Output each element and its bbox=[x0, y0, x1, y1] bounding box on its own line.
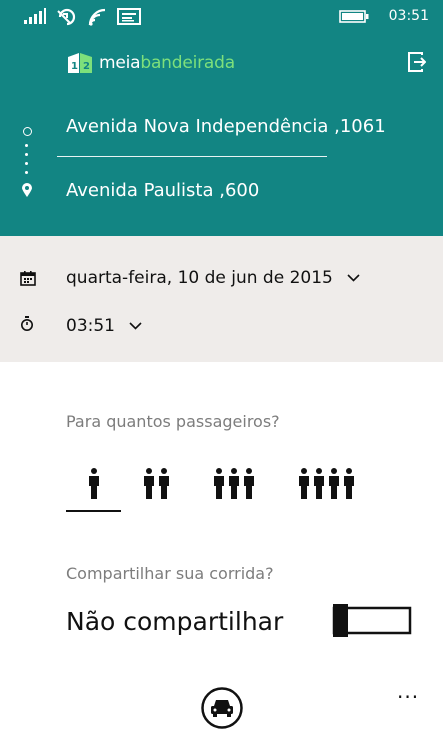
address-divider bbox=[57, 156, 327, 157]
svg-text:2: 2 bbox=[83, 61, 90, 72]
two-passengers-option[interactable] bbox=[142, 468, 172, 500]
exit-icon[interactable] bbox=[408, 52, 426, 72]
passengers-question: Para quantos passageiros? bbox=[66, 412, 280, 431]
three-passengers-option[interactable] bbox=[212, 468, 257, 500]
logo-word-bandeirada: bandeirada bbox=[140, 53, 235, 73]
share-status-label: Não compartilhar bbox=[66, 607, 284, 636]
chevron-down-icon bbox=[129, 322, 142, 330]
time-value: 03:51 bbox=[66, 316, 115, 336]
share-question: Compartilhar sua corrida? bbox=[66, 564, 274, 583]
date-value: quarta-feira, 10 de jun de 2015 bbox=[66, 268, 333, 288]
wifi-icon bbox=[88, 8, 106, 26]
status-bar: 03:51 bbox=[0, 0, 443, 34]
origin-address[interactable]: Avenida Nova Independência ,1061 bbox=[66, 116, 386, 137]
origin-marker-icon bbox=[23, 127, 32, 136]
stopwatch-icon bbox=[21, 316, 33, 331]
flag-logo-icon: 1 2 bbox=[68, 53, 92, 73]
status-time: 03:51 bbox=[388, 8, 429, 24]
svg-text:1: 1 bbox=[71, 61, 78, 72]
date-selector[interactable]: quarta-feira, 10 de jun de 2015 bbox=[66, 268, 360, 288]
message-icon bbox=[117, 8, 141, 25]
passenger-selected-indicator bbox=[66, 510, 121, 512]
signal-icon bbox=[24, 8, 46, 24]
time-selector[interactable]: 03:51 bbox=[66, 316, 142, 336]
schedule-panel bbox=[0, 236, 443, 362]
data-sync-icon bbox=[57, 8, 76, 26]
battery-icon bbox=[339, 10, 369, 23]
destination-address[interactable]: Avenida Paulista ,600 bbox=[66, 180, 259, 201]
calendar-icon bbox=[20, 271, 36, 286]
request-car-button[interactable] bbox=[200, 686, 244, 730]
chevron-down-icon bbox=[347, 274, 360, 282]
share-toggle-switch[interactable] bbox=[332, 604, 412, 637]
location-pin-icon bbox=[22, 183, 32, 197]
one-passenger-option[interactable] bbox=[87, 468, 101, 500]
four-passengers-option[interactable] bbox=[297, 468, 357, 500]
more-options-button[interactable]: ... bbox=[397, 679, 419, 703]
app-logo: 1 2 meiabandeirada bbox=[67, 51, 235, 75]
logo-word-meia: meia bbox=[99, 53, 141, 73]
